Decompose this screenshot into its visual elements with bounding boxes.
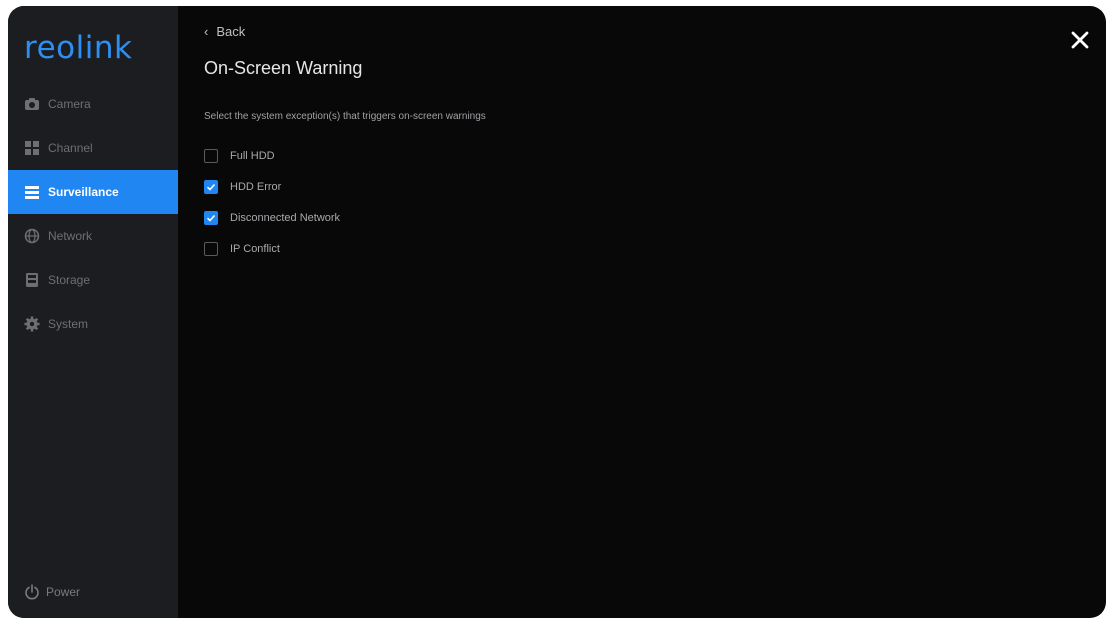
power-button[interactable]: Power	[24, 584, 80, 600]
sidebar-item-label: Channel	[48, 141, 93, 155]
sidebar-item-label: System	[48, 317, 89, 331]
option-disconnected-network[interactable]: Disconnected Network	[204, 202, 340, 233]
surveillance-icon	[24, 184, 40, 200]
close-icon[interactable]	[1068, 28, 1092, 52]
checkbox-disconnected-network[interactable]	[204, 210, 218, 225]
option-label: Disconnected Network	[230, 211, 341, 224]
sidebar-item-network[interactable]: Network	[8, 214, 178, 258]
camera-icon	[24, 96, 40, 112]
network-icon	[24, 228, 40, 244]
option-full-hdd[interactable]: Full HDD	[204, 140, 340, 171]
option-hdd-error[interactable]: HDD Error	[204, 171, 340, 202]
reolink-logo: reolink	[24, 30, 133, 66]
page-description: Select the system exception(s) that trig…	[204, 111, 486, 122]
sidebar-nav: Camera Channel Surveillance Network Stor…	[8, 82, 178, 346]
main-panel: ‹ Back On-Screen Warning Select the syst…	[178, 6, 1106, 618]
sidebar-item-storage[interactable]: Storage	[8, 258, 178, 302]
sidebar-item-label: Network	[48, 229, 93, 243]
sidebar: reolink Camera Channel Surveillance Netw…	[8, 6, 178, 618]
checkbox-full-hdd[interactable]	[204, 148, 218, 163]
sidebar-item-surveillance[interactable]: Surveillance	[8, 170, 178, 214]
sidebar-item-channel[interactable]: Channel	[8, 126, 178, 170]
exception-options: Full HDD HDD Error Disconnected Network …	[204, 140, 340, 264]
option-label: IP Conflict	[230, 242, 280, 255]
option-label: HDD Error	[230, 180, 282, 193]
power-icon	[24, 584, 40, 600]
storage-icon	[24, 272, 40, 288]
back-button[interactable]: ‹ Back	[204, 24, 245, 39]
checkbox-hdd-error[interactable]	[204, 179, 218, 194]
option-label: Full HDD	[230, 149, 275, 162]
page-title: On-Screen Warning	[204, 58, 363, 78]
power-label: Power	[46, 585, 81, 599]
settings-window: reolink Camera Channel Surveillance Netw…	[8, 6, 1106, 618]
sidebar-item-camera[interactable]: Camera	[8, 82, 178, 126]
channel-icon	[24, 140, 40, 156]
sidebar-item-label: Storage	[48, 273, 91, 287]
check-icon	[206, 214, 216, 222]
sidebar-item-label: Camera	[48, 97, 91, 111]
check-icon	[206, 183, 216, 191]
checkbox-ip-conflict[interactable]	[204, 241, 218, 256]
sidebar-item-label: Surveillance	[48, 185, 119, 199]
gear-icon	[24, 316, 40, 332]
chevron-left-icon: ‹	[204, 24, 209, 39]
sidebar-item-system[interactable]: System	[8, 302, 178, 346]
back-label: Back	[216, 24, 246, 39]
option-ip-conflict[interactable]: IP Conflict	[204, 233, 340, 264]
